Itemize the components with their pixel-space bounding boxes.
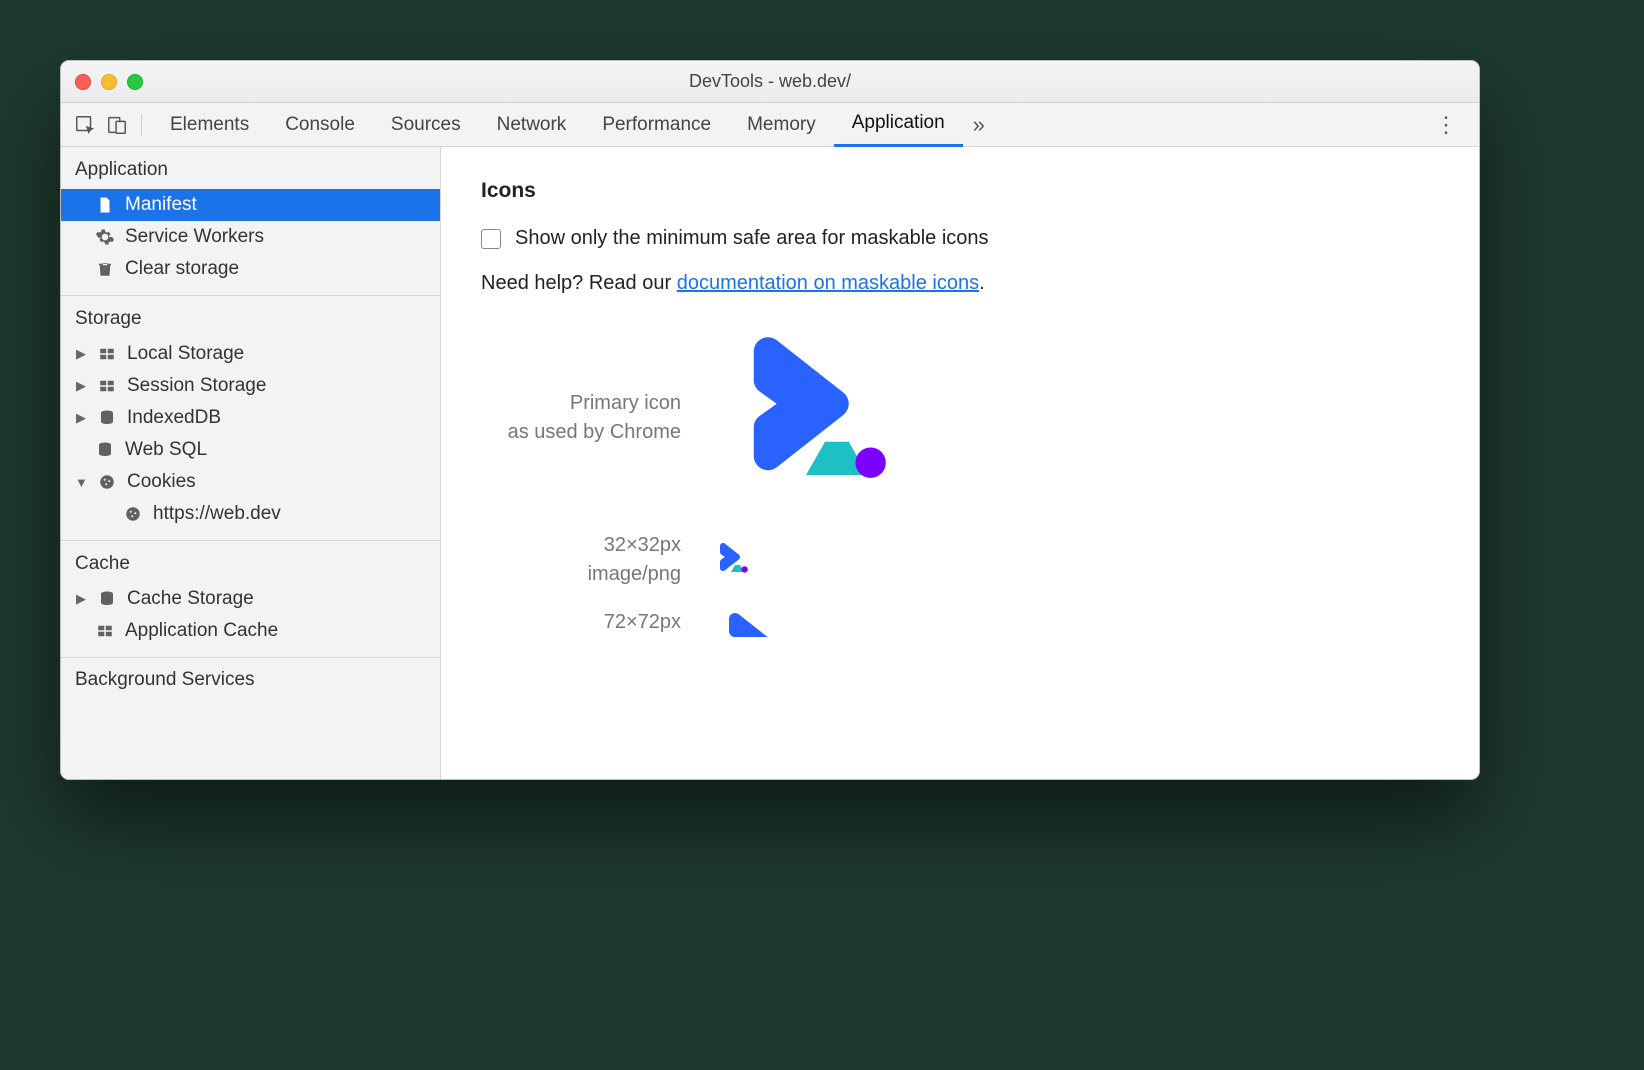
help-suffix: . <box>979 272 985 294</box>
grid-icon <box>97 344 117 364</box>
settings-menu-icon[interactable]: ⋮ <box>1423 112 1469 138</box>
help-prefix: Need help? Read our <box>481 272 677 294</box>
panel-content: Application Manifest Service Workers Cle… <box>61 147 1479 779</box>
chevron-down-icon: ▼ <box>75 475 87 490</box>
zoom-window-button[interactable] <box>127 74 143 90</box>
application-sidebar: Application Manifest Service Workers Cle… <box>61 147 441 779</box>
sidebar-item-label: Service Workers <box>125 226 264 248</box>
database-icon <box>95 440 115 460</box>
sidebar-item-cookies[interactable]: ▼ Cookies <box>61 466 440 498</box>
icon-entry-0-label: 32×32px image/png <box>481 531 681 589</box>
gear-icon <box>95 227 115 247</box>
trash-icon <box>95 259 115 279</box>
sidebar-item-label: Cache Storage <box>127 588 254 610</box>
maskable-safe-area-row: Show only the minimum safe area for mask… <box>481 227 1439 250</box>
tabs-overflow-icon[interactable]: » <box>963 112 995 138</box>
maskable-safe-area-checkbox[interactable] <box>481 229 501 249</box>
chevron-right-icon: ▶ <box>75 346 87 362</box>
doc-link[interactable]: documentation on maskable icons <box>677 272 979 294</box>
primary-icon-preview <box>711 323 971 513</box>
sidebar-section-background-services[interactable]: Background Services <box>61 658 440 702</box>
sidebar-item-cache-storage[interactable]: ▶ Cache Storage <box>61 583 440 615</box>
webdev-logo-icon <box>711 540 751 580</box>
window-title: DevTools - web.dev/ <box>61 71 1479 92</box>
sidebar-item-web-sql[interactable]: Web SQL <box>61 434 440 466</box>
sidebar-item-label: Clear storage <box>125 258 239 280</box>
webdev-logo-icon <box>711 323 901 513</box>
sidebar-item-service-workers[interactable]: Service Workers <box>61 221 440 253</box>
tab-memory[interactable]: Memory <box>729 103 834 147</box>
tab-sources[interactable]: Sources <box>373 103 479 147</box>
sidebar-item-cookie-origin[interactable]: https://web.dev <box>61 498 440 530</box>
chevron-right-icon: ▶ <box>75 410 87 426</box>
sidebar-item-session-storage[interactable]: ▶ Session Storage <box>61 370 440 402</box>
section-heading: Icons <box>481 179 1439 203</box>
sidebar-item-label: Application Cache <box>125 620 278 642</box>
panel-tabs: Elements Console Sources Network Perform… <box>152 103 1419 147</box>
sidebar-item-label: Local Storage <box>127 343 244 365</box>
sidebar-item-manifest[interactable]: Manifest <box>61 189 440 221</box>
cookie-icon <box>97 472 117 492</box>
sidebar-section-storage: Storage <box>61 296 440 338</box>
traffic-lights <box>75 74 143 90</box>
database-icon <box>97 589 117 609</box>
sidebar-item-label: Manifest <box>125 194 197 216</box>
cookie-icon <box>123 504 143 524</box>
grid-icon <box>95 621 115 641</box>
sidebar-item-indexeddb[interactable]: ▶ IndexedDB <box>61 402 440 434</box>
icon-entry-0-preview <box>711 540 971 580</box>
sidebar-item-label: https://web.dev <box>153 503 281 525</box>
tab-console[interactable]: Console <box>267 103 373 147</box>
tab-performance[interactable]: Performance <box>584 103 729 147</box>
sidebar-item-label: Session Storage <box>127 375 266 397</box>
file-icon <box>95 195 115 215</box>
sidebar-section-cache: Cache <box>61 541 440 583</box>
device-toolbar-icon[interactable] <box>103 111 131 139</box>
tab-application[interactable]: Application <box>834 103 963 147</box>
devtools-toolbar: Elements Console Sources Network Perform… <box>61 103 1479 147</box>
minimize-window-button[interactable] <box>101 74 117 90</box>
sidebar-item-clear-storage[interactable]: Clear storage <box>61 253 440 285</box>
sidebar-item-local-storage[interactable]: ▶ Local Storage <box>61 338 440 370</box>
sidebar-item-label: Cookies <box>127 471 196 493</box>
inspect-element-icon[interactable] <box>71 111 99 139</box>
toolbar-separator <box>141 114 142 136</box>
icon-entry-1-label: 72×72px <box>481 608 681 637</box>
tab-network[interactable]: Network <box>479 103 585 147</box>
primary-icon-label: Primary icon as used by Chrome <box>481 389 681 447</box>
window-titlebar: DevTools - web.dev/ <box>61 61 1479 103</box>
grid-icon <box>97 376 117 396</box>
sidebar-section-application: Application <box>61 147 440 189</box>
tab-elements[interactable]: Elements <box>152 103 267 147</box>
chevron-right-icon: ▶ <box>75 378 87 394</box>
webdev-logo-icon <box>711 607 791 637</box>
chevron-right-icon: ▶ <box>75 591 87 607</box>
sidebar-item-label: Web SQL <box>125 439 207 461</box>
icon-grid: Primary icon as used by Chrome 32×32px i… <box>481 323 1439 637</box>
help-text: Need help? Read our documentation on mas… <box>481 272 1439 295</box>
database-icon <box>97 408 117 428</box>
sidebar-item-application-cache[interactable]: Application Cache <box>61 615 440 647</box>
checkbox-label: Show only the minimum safe area for mask… <box>515 227 989 250</box>
manifest-icons-panel: Icons Show only the minimum safe area fo… <box>441 147 1479 779</box>
icon-entry-1-preview <box>711 607 971 637</box>
devtools-window: DevTools - web.dev/ Elements Console Sou… <box>60 60 1480 780</box>
close-window-button[interactable] <box>75 74 91 90</box>
sidebar-item-label: IndexedDB <box>127 407 221 429</box>
